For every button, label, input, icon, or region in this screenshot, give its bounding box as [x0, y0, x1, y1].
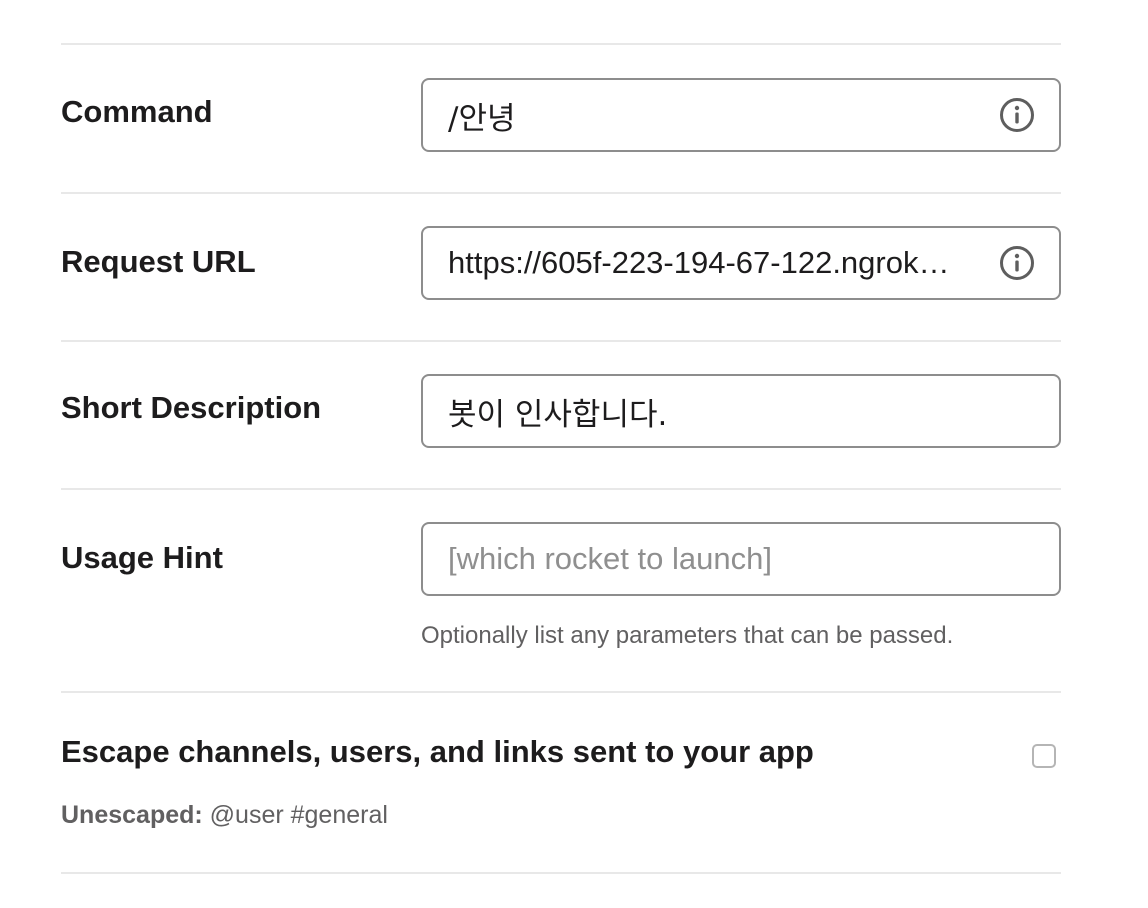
short-description-field[interactable]: 봇이 인사합니다. [421, 374, 1061, 448]
escape-note-value: @user #general [209, 801, 388, 829]
top-divider [61, 43, 1061, 45]
usage-hint-divider [61, 691, 1061, 693]
escape-label: Escape channels, users, and links sent t… [61, 734, 814, 769]
usage-hint-field[interactable]: [which rocket to launch] [421, 522, 1061, 596]
info-icon[interactable] [999, 245, 1035, 281]
command-label: Command [61, 94, 213, 129]
escape-checkbox[interactable] [1032, 744, 1056, 768]
command-field[interactable]: /안녕 [421, 78, 1061, 152]
short-description-divider [61, 488, 1061, 490]
request-url-value[interactable]: https://605f-223-194-67-122.ngrok… [423, 245, 983, 281]
bottom-divider [61, 872, 1061, 874]
request-url-field[interactable]: https://605f-223-194-67-122.ngrok… [421, 226, 1061, 300]
usage-hint-label: Usage Hint [61, 540, 223, 575]
usage-hint-placeholder[interactable]: [which rocket to launch] [423, 541, 1059, 577]
short-description-label: Short Description [61, 390, 322, 425]
request-url-divider [61, 340, 1061, 342]
usage-hint-help-text: Optionally list any parameters that can … [421, 622, 954, 649]
request-url-label: Request URL [61, 244, 256, 279]
info-icon[interactable] [999, 97, 1035, 133]
short-description-value[interactable]: 봇이 인사합니다. [423, 389, 1059, 434]
command-divider [61, 192, 1061, 194]
command-value[interactable]: /안녕 [423, 93, 983, 138]
escape-note-label: Unescaped: [61, 801, 203, 829]
escape-note: Unescaped: @user #general [61, 801, 388, 830]
